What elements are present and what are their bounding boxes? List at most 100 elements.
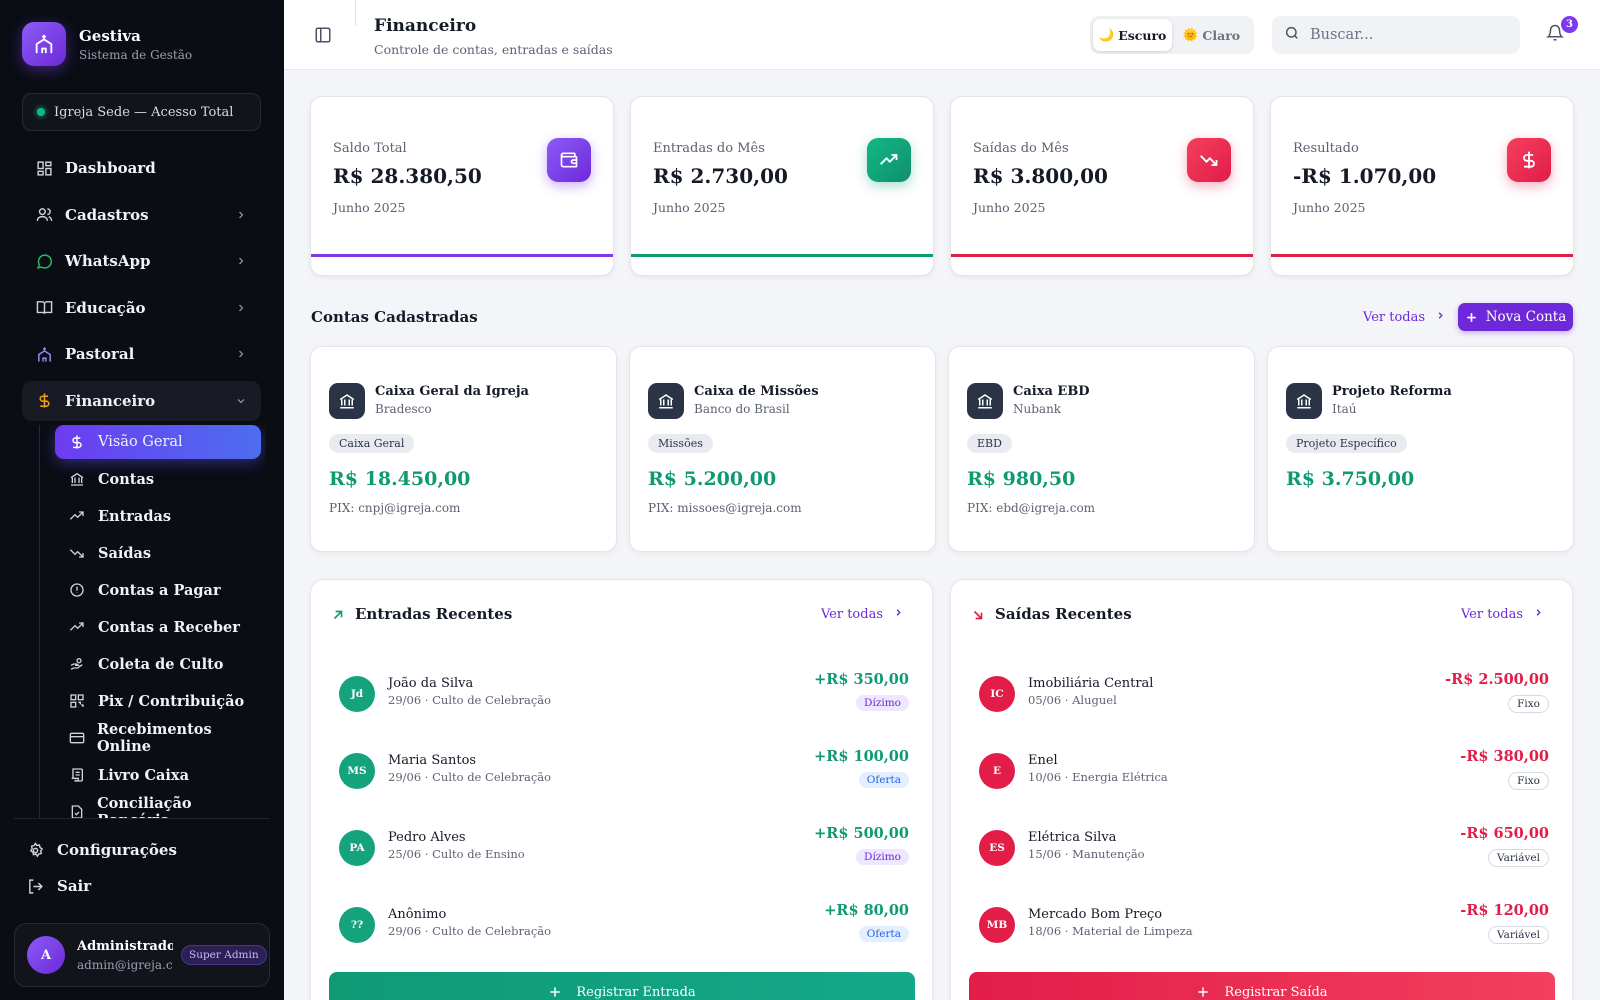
church-selector[interactable]: Igreja Sede — Acesso Total bbox=[22, 93, 261, 131]
nav-item-configuracoes[interactable]: Configurações bbox=[26, 841, 177, 859]
stat-card-saldo-total: Saldo Total R$ 28.380,50 Junho 2025 bbox=[310, 96, 614, 276]
nav-item-financeiro[interactable]: Financeiro bbox=[22, 380, 261, 421]
stat-period: Junho 2025 bbox=[973, 200, 1046, 215]
income-row[interactable]: ?? Anônimo 29/06 · Culto de Celebração +… bbox=[339, 897, 909, 957]
sub-item-saidas[interactable]: Saídas bbox=[55, 536, 261, 570]
theme-dark-button[interactable]: 🌙 Escuro bbox=[1093, 19, 1172, 51]
submenu-line bbox=[39, 425, 40, 818]
expense-row[interactable]: IC Imobiliária Central 05/06 · Aluguel -… bbox=[979, 666, 1549, 726]
sidebar-toggle-icon[interactable] bbox=[314, 26, 332, 48]
avatar: MB bbox=[979, 907, 1015, 943]
register-expense-label: Registrar Saída bbox=[1224, 984, 1328, 1000]
expenses-view-all-link[interactable]: Ver todas bbox=[1461, 607, 1544, 622]
expense-row[interactable]: ES Elétrica Silva 15/06 · Manutenção -R$… bbox=[979, 820, 1549, 880]
sub-item-entradas[interactable]: Entradas bbox=[55, 499, 261, 533]
panel-title: Saídas Recentes bbox=[995, 605, 1132, 623]
account-balance: R$ 980,50 bbox=[967, 468, 1076, 490]
expense-row[interactable]: MB Mercado Bom Preço 18/06 · Material de… bbox=[979, 897, 1549, 957]
topbar: Financeiro Controle de contas, entradas … bbox=[284, 0, 1600, 70]
sub-item-livro-caixa[interactable]: Livro Caixa bbox=[55, 758, 261, 792]
nav-item-cadastros[interactable]: Cadastros bbox=[22, 195, 261, 235]
nav-item-pastoral[interactable]: Pastoral bbox=[22, 334, 261, 374]
account-card[interactable]: Projeto Reforma Itaú Projeto Específico … bbox=[1267, 346, 1574, 552]
nav-item-sair[interactable]: Sair bbox=[26, 877, 91, 895]
bank-icon bbox=[329, 383, 365, 419]
nav-label: Dashboard bbox=[65, 159, 156, 177]
theme-dark-label: Escuro bbox=[1118, 27, 1167, 43]
income-row[interactable]: MS Maria Santos 29/06 · Culto de Celebra… bbox=[339, 743, 909, 803]
income-tag: Oferta bbox=[858, 926, 909, 942]
search-input[interactable] bbox=[1310, 27, 1500, 43]
account-tag: EBD bbox=[967, 434, 1012, 453]
sub-item-pix[interactable]: Pix / Contribuição bbox=[55, 684, 261, 718]
account-card[interactable]: Caixa Geral da Igreja Bradesco Caixa Ger… bbox=[310, 346, 617, 552]
sidebar-divider bbox=[14, 818, 270, 819]
sub-item-visao-geral[interactable]: Visão Geral bbox=[55, 425, 261, 459]
new-account-button[interactable]: Nova Conta bbox=[1458, 303, 1573, 331]
plus-icon bbox=[548, 985, 562, 999]
bank-icon bbox=[967, 383, 1003, 419]
brand[interactable]: Gestiva Sistema de Gestão bbox=[22, 22, 192, 66]
theme-light-button[interactable]: 🌞 Claro bbox=[1172, 19, 1251, 51]
user-card[interactable]: A Administrador admin@igreja.c... Super … bbox=[14, 923, 270, 987]
logout-label: Sair bbox=[57, 877, 92, 895]
income-row[interactable]: Jd João da Silva 29/06 · Culto de Celebr… bbox=[339, 666, 909, 726]
hand-coins-icon bbox=[68, 655, 86, 673]
account-name: Caixa Geral da Igreja bbox=[375, 384, 529, 399]
dollar-icon bbox=[68, 433, 86, 451]
view-all-label: Ver todas bbox=[1460, 607, 1523, 622]
grid-icon bbox=[35, 159, 53, 177]
account-card[interactable]: Caixa de Missões Banco do Brasil Missões… bbox=[629, 346, 936, 552]
nav-label: Pastoral bbox=[65, 345, 135, 363]
sub-label: Contas bbox=[98, 470, 155, 488]
nav-item-whatsapp[interactable]: WhatsApp bbox=[22, 241, 261, 281]
account-bank: Itaú bbox=[1332, 402, 1357, 416]
income-row[interactable]: PA Pedro Alves 25/06 · Culto de Ensino +… bbox=[339, 820, 909, 880]
register-expense-button[interactable]: Registrar Saída bbox=[969, 972, 1555, 1000]
expense-name: Imobiliária Central bbox=[1028, 676, 1154, 691]
check-file-icon bbox=[68, 803, 85, 818]
sub-label: Recebimentos Online bbox=[97, 721, 212, 755]
stat-label: Saídas do Mês bbox=[973, 141, 1069, 156]
brand-name: Gestiva bbox=[79, 26, 141, 45]
theme-light-label: Claro bbox=[1202, 27, 1241, 43]
account-balance: R$ 5.200,00 bbox=[648, 468, 777, 490]
income-tag: Dízimo bbox=[856, 695, 909, 711]
income-amount: +R$ 350,00 bbox=[814, 671, 909, 688]
sub-label: Contas a Receber bbox=[98, 618, 240, 636]
stat-accent-bar bbox=[1271, 254, 1573, 257]
income-view-all-link[interactable]: Ver todas bbox=[821, 607, 904, 622]
accounts-view-all-link[interactable]: Ver todas bbox=[1363, 310, 1446, 325]
account-pix: PIX: cnpj@igreja.com bbox=[329, 501, 461, 515]
account-name: Caixa de Missões bbox=[694, 384, 819, 399]
nav-item-educacao[interactable]: Educação bbox=[22, 288, 261, 328]
expense-tag: Fixo bbox=[1508, 772, 1549, 790]
expense-name: Mercado Bom Preço bbox=[1028, 907, 1163, 922]
plus-icon bbox=[1196, 985, 1210, 999]
gear-icon bbox=[26, 841, 44, 859]
sub-label: Conciliação Bancária bbox=[97, 795, 192, 818]
account-card[interactable]: Caixa EBD Nubank EBD R$ 980,50 PIX: ebd@… bbox=[948, 346, 1255, 552]
view-all-label: Ver todas bbox=[820, 607, 883, 622]
sub-item-contas-a-pagar[interactable]: Contas a Pagar bbox=[55, 573, 261, 607]
sun-icon: 🌞 bbox=[1182, 27, 1199, 42]
settings-label: Configurações bbox=[57, 841, 177, 859]
moon-icon: 🌙 bbox=[1098, 27, 1115, 42]
sub-item-recebimentos-online[interactable]: Recebimentos Online bbox=[55, 721, 261, 755]
church-label: Igreja Sede — Acesso Total bbox=[54, 104, 234, 120]
search-box bbox=[1272, 16, 1520, 54]
sub-item-contas-a-receber[interactable]: Contas a Receber bbox=[55, 610, 261, 644]
sub-item-contas[interactable]: Contas bbox=[55, 462, 261, 496]
register-income-button[interactable]: Registrar Entrada bbox=[329, 972, 915, 1000]
expense-desc: 05/06 · Aluguel bbox=[1028, 693, 1117, 707]
page-title: Financeiro bbox=[374, 16, 477, 36]
nav-item-dashboard[interactable]: Dashboard bbox=[22, 148, 261, 188]
sub-item-coleta-de-culto[interactable]: Coleta de Culto bbox=[55, 647, 261, 681]
income-desc: 29/06 · Culto de Celebração bbox=[388, 924, 552, 938]
wallet-icon bbox=[547, 138, 591, 182]
chevron-right-icon bbox=[1435, 310, 1446, 325]
chevron-right-icon bbox=[893, 607, 904, 622]
expense-row[interactable]: E Enel 10/06 · Energia Elétrica -R$ 380,… bbox=[979, 743, 1549, 803]
sub-label: Saídas bbox=[98, 544, 152, 562]
sub-item-conciliacao[interactable]: Conciliação Bancária bbox=[55, 795, 261, 818]
